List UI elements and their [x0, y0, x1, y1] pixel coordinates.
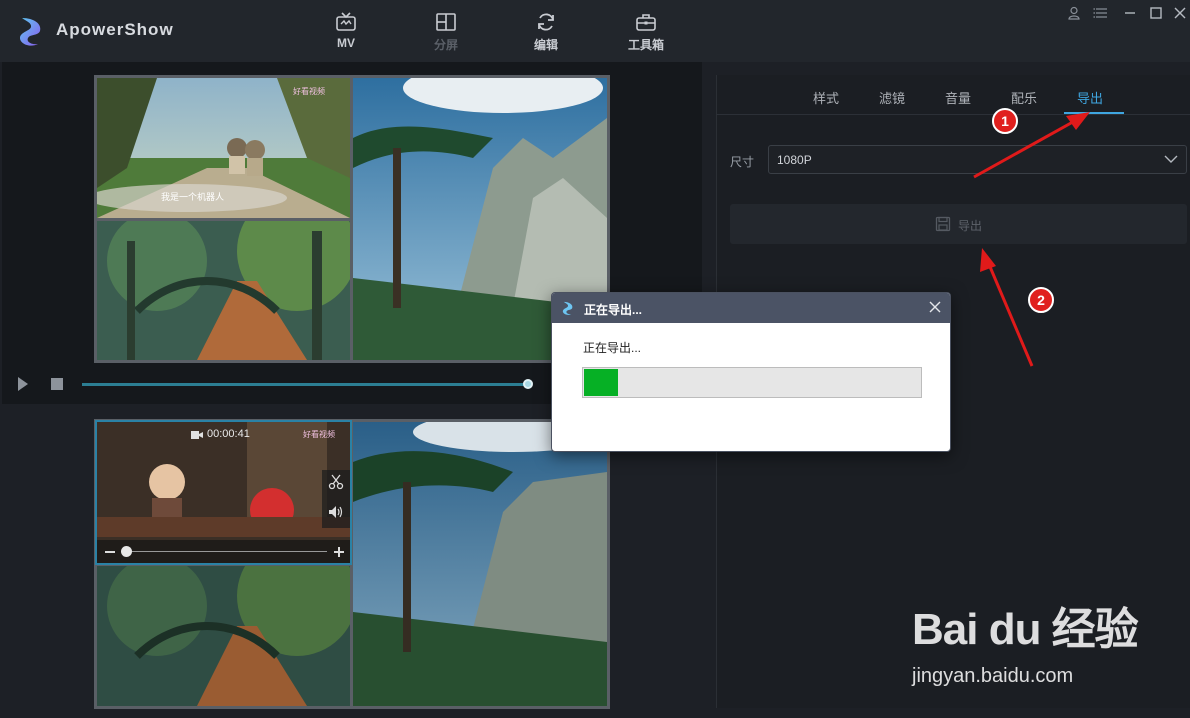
mountain-pine-image — [353, 422, 607, 706]
maximize-icon[interactable] — [1148, 6, 1164, 20]
clip-slider-bar — [97, 540, 350, 563]
panel-tabs: 样式 滤镜 音量 配乐 导出 — [716, 75, 1190, 115]
export-button[interactable]: 导出 — [730, 204, 1187, 244]
nav-split-screen-label: 分屏 — [433, 38, 458, 52]
split-screen-icon — [436, 13, 456, 31]
play-icon[interactable] — [16, 376, 30, 392]
nav-mv-label: MV — [337, 36, 355, 50]
minus-icon[interactable] — [105, 551, 115, 553]
minimize-icon[interactable] — [1122, 6, 1138, 20]
editor-tile-mountain-pine[interactable] — [353, 422, 607, 706]
clip-tools — [322, 470, 350, 528]
export-progress-fill — [584, 369, 618, 396]
nav-split-screen[interactable]: 分屏 — [411, 12, 481, 53]
baidu-url: jingyan.baidu.com — [912, 665, 1074, 687]
close-icon[interactable] — [1172, 6, 1188, 20]
preview-subtitle: 我是一个机器人 — [161, 192, 225, 202]
app-logo-small — [562, 301, 573, 315]
app-logo — [20, 18, 41, 46]
volume-icon[interactable] — [328, 504, 344, 520]
baidu-logo-text: Bai du 经验 — [912, 605, 1139, 654]
nav-mv[interactable]: MV — [311, 12, 381, 50]
playback-progress-knob[interactable] — [523, 379, 533, 389]
annotation-marker-2: 2 — [1028, 287, 1054, 313]
forest-path-image — [97, 221, 350, 360]
top-bar: ApowerShow MV 分屏 编辑 工具箱 — [0, 0, 1190, 62]
dialog-message: 正在导出... — [583, 341, 642, 355]
annotation-marker-1: 1 — [992, 108, 1018, 134]
dialog-title: 正在导出... — [584, 303, 643, 317]
tv-icon — [336, 12, 356, 31]
size-value: 1080P — [777, 153, 812, 167]
baidu-watermark: Bai du 经验 jingyan.baidu.com — [912, 593, 1139, 687]
editor-tile-forest-path[interactable] — [97, 566, 350, 706]
size-label: 尺寸 — [730, 155, 755, 169]
refresh-icon — [538, 13, 554, 31]
playback-progress-track[interactable] — [82, 383, 528, 386]
user-icon[interactable] — [1066, 6, 1082, 20]
export-progress-bar — [582, 367, 922, 398]
menu-icon[interactable] — [1093, 6, 1109, 20]
video-camera-icon — [191, 431, 203, 439]
dialog-close-icon[interactable] — [928, 300, 942, 314]
stop-icon[interactable] — [50, 377, 64, 391]
dialog-title-bar: 正在导出... — [552, 293, 950, 323]
nav-edit-label: 编辑 — [533, 38, 558, 52]
clip-slider-track[interactable] — [121, 551, 327, 552]
tab-filter[interactable]: 滤镜 — [879, 88, 905, 107]
app-window: ApowerShow MV 分屏 编辑 工具箱 好看视频 我是一个机器人 00:… — [0, 0, 1190, 718]
clip-duration: 00:00:41 — [207, 428, 250, 440]
tab-style[interactable]: 样式 — [813, 88, 839, 107]
save-icon — [935, 216, 951, 232]
plus-icon-vertical — [338, 547, 340, 557]
forest-path-image — [97, 566, 350, 706]
nav-edit[interactable]: 编辑 — [511, 12, 581, 53]
annotation-arrows — [973, 112, 1090, 367]
scissors-icon[interactable] — [328, 474, 344, 490]
toolbox-icon — [636, 14, 656, 31]
export-dialog: 正在导出... 正在导出... — [551, 292, 951, 452]
app-title: ApowerShow — [56, 20, 174, 39]
nav-toolbox[interactable]: 工具箱 — [611, 12, 681, 53]
preview-tile-forest-path — [97, 221, 350, 360]
editor-watermark: 好看视频 — [303, 430, 335, 439]
preview-watermark: 好看视频 — [293, 87, 325, 96]
chevron-down-icon — [1164, 155, 1178, 163]
preview-tile-cartoon-road: 好看视频 我是一个机器人 — [97, 78, 350, 218]
editor-tile-selected-clip[interactable]: 00:00:41 好看视频 — [95, 420, 352, 565]
clip-slider-knob[interactable] — [121, 546, 132, 557]
preview-collage: 好看视频 我是一个机器人 — [94, 75, 610, 363]
nav-toolbox-label: 工具箱 — [627, 38, 664, 52]
